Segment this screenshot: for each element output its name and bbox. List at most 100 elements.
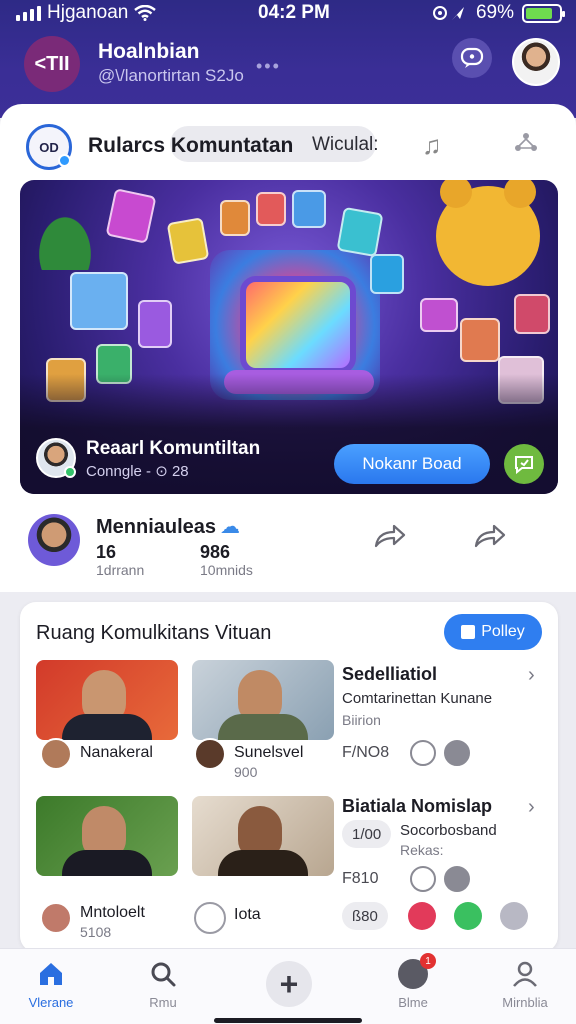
floating-card <box>460 318 500 362</box>
comment-icon[interactable] <box>410 740 436 766</box>
bottom-nav: Vlerane Rmu + 1 Blme Mirnblia <box>0 948 576 1024</box>
battery-icon <box>522 3 565 23</box>
floating-card <box>256 192 286 226</box>
floating-card <box>336 206 384 258</box>
upload-icon[interactable] <box>444 866 470 892</box>
share-nodes-icon[interactable] <box>512 130 540 158</box>
post-photo[interactable] <box>36 796 178 876</box>
post-pill: ß80 <box>342 902 388 930</box>
post-photo[interactable] <box>192 796 334 876</box>
header-handle: @\/lanortirtan S2Jo <box>98 66 244 85</box>
post-photo[interactable] <box>192 660 334 740</box>
app-header: <TII Hoalnbian @\/lanortirtan S2Jo ••• <box>16 34 560 94</box>
community-title: Ruang Komulkitans Vituan <box>36 622 272 644</box>
share-arrow-icon[interactable] <box>472 520 508 552</box>
main-card: OD Rularcs Komuntatan Wiculal: ♫ Reaarl … <box>0 104 576 592</box>
music-note-icon[interactable]: ♫ <box>422 130 442 161</box>
chat-button[interactable] <box>504 444 544 484</box>
nav-search[interactable]: Rmu <box>118 959 208 1019</box>
user-meta: 900 <box>234 764 258 780</box>
tv-illustration <box>240 276 356 374</box>
post-pill: 1/00 <box>342 820 392 848</box>
user-avatar[interactable] <box>40 738 72 770</box>
post-meta: Biirion <box>342 712 381 728</box>
floating-card <box>70 272 128 330</box>
user-avatar[interactable] <box>512 38 560 86</box>
chat-icon <box>515 456 533 475</box>
group-logo[interactable]: OD <box>26 124 72 170</box>
online-dot <box>58 154 71 167</box>
nav-profile[interactable]: Mirnblia <box>480 959 570 1019</box>
location-icon <box>432 6 464 20</box>
flag-red-icon[interactable] <box>408 902 436 930</box>
flag-icon <box>461 625 476 639</box>
user-avatar[interactable] <box>194 902 226 934</box>
palm-illustration <box>20 190 110 270</box>
more-dots-icon[interactable]: ••• <box>256 56 281 77</box>
floating-card <box>166 217 210 265</box>
hero-subtitle: Conngle - ⊙ 28 <box>86 463 189 480</box>
floating-card <box>514 294 550 334</box>
signal-icon <box>16 5 41 21</box>
group-name: Rularcs Komuntatan <box>88 134 294 157</box>
post-stat: F/NO8 <box>342 744 390 761</box>
follow-button[interactable]: Polley <box>444 614 542 650</box>
post-title[interactable]: Biatiala Nomislap <box>342 796 492 817</box>
topic-label[interactable]: Wiculal: <box>312 134 379 156</box>
floating-card <box>138 300 172 348</box>
battery-percent: 69% <box>475 2 514 23</box>
status-bar: Hjganoan 04:2 PM 69% <box>0 0 576 26</box>
host-avatar[interactable] <box>36 438 76 478</box>
share-arrow-icon[interactable] <box>372 520 408 552</box>
post-line: Comtarinettan Kunane <box>342 690 493 707</box>
clock: 04:2 PM <box>258 2 330 23</box>
post-stat: F810 <box>342 870 379 887</box>
add-post-button[interactable]: + <box>266 961 312 1007</box>
home-indicator <box>214 1018 362 1023</box>
hero-banner[interactable]: Reaarl Komuntiltan Conngle - ⊙ 28 Nokanr… <box>20 180 558 494</box>
user-name: Iota <box>234 906 261 923</box>
post-photo[interactable] <box>36 660 178 740</box>
stat-label: 10mnids <box>200 562 253 578</box>
floating-card <box>292 190 326 228</box>
home-icon <box>40 963 62 985</box>
stat-value: 986 <box>200 542 231 562</box>
post-meta: Rekas: <box>400 842 444 858</box>
user-meta: 5108 <box>80 924 112 940</box>
stat-value: 16 <box>96 542 117 562</box>
nav-home[interactable]: Vlerane <box>6 959 96 1019</box>
user-name: Nanakeral <box>80 744 153 761</box>
profile-icon <box>513 961 537 987</box>
back-button[interactable]: <TII <box>24 36 80 92</box>
plus-icon: + <box>279 965 299 1002</box>
user-name: Sunelsvel <box>234 744 304 761</box>
group-row: OD Rularcs Komuntatan Wiculal: ♫ <box>26 122 556 172</box>
user-avatar[interactable] <box>40 902 72 934</box>
nav-notifications[interactable]: 1 Blme <box>368 953 458 1019</box>
member-avatar[interactable] <box>28 514 80 566</box>
upload-icon[interactable] <box>444 740 470 766</box>
cloud-icon: ☁ <box>220 516 240 538</box>
post-title[interactable]: Sedelliatiol <box>342 664 437 685</box>
comment-icon[interactable] <box>410 866 436 892</box>
wifi-icon <box>134 5 157 21</box>
hero-title: Reaarl Komuntiltan <box>86 438 261 459</box>
members-row: Menniauleas ☁ 16 1drrann 986 10mnids <box>28 512 558 578</box>
floating-card <box>105 188 157 244</box>
chat-bubble-button[interactable] <box>452 38 492 78</box>
members-title: Menniauleas <box>96 516 217 538</box>
message-icon[interactable] <box>454 902 482 930</box>
user-avatar[interactable] <box>194 738 226 770</box>
chevron-right-icon[interactable]: › <box>528 664 535 687</box>
header-title: Hoalnbian <box>98 40 200 63</box>
carrier-name: Hjganoan <box>47 2 129 23</box>
floating-card <box>420 298 458 332</box>
user-name: Mntoloelt <box>80 904 145 921</box>
chevron-right-icon[interactable]: › <box>528 796 535 819</box>
settings-icon[interactable] <box>500 902 528 930</box>
top-header-area: Hjganoan 04:2 PM 69% <TII Hoalnbian @\/l… <box>0 0 576 118</box>
bear-mascot <box>436 180 540 286</box>
stat-label: 1drrann <box>96 562 145 578</box>
notification-icon: 1 <box>398 953 436 989</box>
join-button[interactable]: Nokanr Boad <box>334 444 490 484</box>
